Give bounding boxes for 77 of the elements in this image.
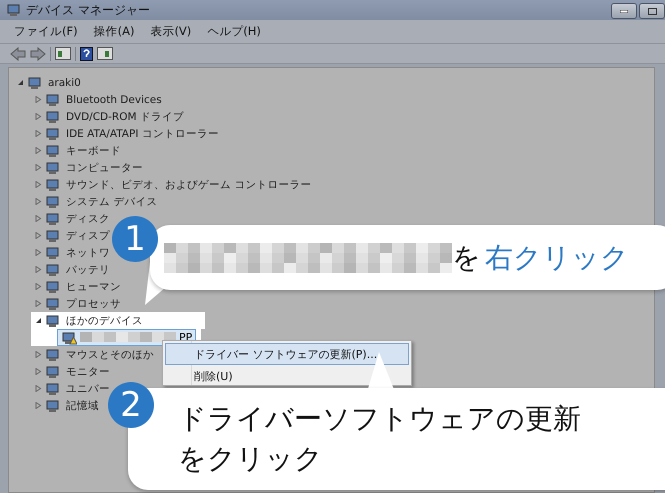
menu-item[interactable]: 削除(U) <box>165 365 409 387</box>
device-icon <box>45 228 61 242</box>
device-icon <box>45 178 61 192</box>
device-icon <box>45 144 61 158</box>
expanded-arrow-icon[interactable] <box>17 79 24 86</box>
device-icon <box>45 314 61 328</box>
device-icon <box>45 398 61 412</box>
tree-item[interactable]: 記憶域 <box>66 398 99 412</box>
properties-icon[interactable] <box>97 47 113 60</box>
device-icon <box>45 296 61 310</box>
tree-item[interactable]: コンピューター <box>66 160 143 174</box>
help-icon[interactable] <box>80 46 93 60</box>
tree-item[interactable]: バッテリ <box>66 262 110 276</box>
collapsed-arrow-icon[interactable] <box>35 147 42 154</box>
tree-item[interactable]: ユニバー <box>66 382 110 396</box>
panel-icon[interactable] <box>55 47 71 60</box>
collapsed-arrow-icon[interactable] <box>35 130 42 137</box>
device-icon <box>45 92 61 106</box>
tree-item[interactable]: システム デバイス <box>66 194 158 208</box>
collapsed-arrow-icon[interactable] <box>35 385 42 392</box>
menu-item[interactable]: ドライバー ソフトウェアの更新(P)... <box>165 343 409 365</box>
expanded-arrow-icon[interactable] <box>35 317 42 324</box>
back-icon[interactable] <box>10 46 26 60</box>
tree-item[interactable]: ほかのデバイス <box>66 314 143 328</box>
collapsed-arrow-icon[interactable] <box>35 96 42 103</box>
tree-item[interactable]: プロセッサ <box>66 296 121 310</box>
menu-item[interactable]: 操作(A) <box>94 24 134 39</box>
device-icon <box>45 262 61 276</box>
device-icon <box>45 382 61 396</box>
device-icon <box>45 364 61 378</box>
device-icon <box>45 160 61 174</box>
tree-item[interactable]: Bluetooth Devices <box>66 94 162 106</box>
tree-item[interactable]: araki0 <box>48 76 81 88</box>
tree-item[interactable]: ディスプ <box>66 228 110 242</box>
collapsed-arrow-icon[interactable] <box>35 300 42 307</box>
device-icon <box>27 76 43 90</box>
device-icon <box>45 246 61 260</box>
collapsed-arrow-icon[interactable] <box>35 368 42 375</box>
device-icon <box>45 348 61 362</box>
forward-icon[interactable] <box>30 46 46 60</box>
device-icon <box>45 194 61 208</box>
collapsed-arrow-icon[interactable] <box>35 198 42 205</box>
callout-text: を <box>452 240 481 276</box>
tree-item[interactable]: ネットワ <box>66 246 110 260</box>
collapsed-arrow-icon[interactable] <box>35 266 42 273</box>
collapsed-arrow-icon[interactable] <box>35 249 42 256</box>
menu-item[interactable]: 表示(V) <box>150 24 192 39</box>
maximize-button[interactable] <box>639 3 665 19</box>
collapsed-arrow-icon[interactable] <box>35 232 42 239</box>
tree-item[interactable]: サウンド、ビデオ、およびゲーム コントローラー <box>66 178 312 192</box>
device-icon <box>45 280 61 294</box>
tree-item[interactable]: キーボード <box>66 144 121 158</box>
collapsed-arrow-icon[interactable] <box>35 164 42 171</box>
menu-item[interactable]: ファイル(F) <box>14 24 78 39</box>
collapsed-arrow-icon[interactable] <box>35 351 42 358</box>
collapsed-arrow-icon[interactable] <box>35 215 42 222</box>
device-icon <box>45 212 61 226</box>
tree-item[interactable]: マウスとそのほか <box>66 348 154 362</box>
tree-item[interactable]: ディスク <box>66 212 110 226</box>
highlighted-text: 右クリック <box>485 240 629 276</box>
collapsed-arrow-icon[interactable] <box>35 283 42 290</box>
tree-item[interactable]: DVD/CD-ROM ドライブ <box>66 110 184 124</box>
device-icon <box>45 126 61 140</box>
collapsed-arrow-icon[interactable] <box>35 181 42 188</box>
menu-item[interactable]: ヘルプ(H) <box>207 24 261 39</box>
window-title: デバイス マネージャー <box>26 2 150 18</box>
minimize-button[interactable] <box>611 3 637 19</box>
minimize-icon <box>620 10 628 12</box>
tree-item[interactable]: モニター <box>66 364 110 378</box>
maximize-icon <box>648 8 656 14</box>
tree-item[interactable]: ヒューマン <box>66 280 121 294</box>
collapsed-arrow-icon[interactable] <box>35 402 42 409</box>
callout-text: ドライバーソフトウェアの更新をクリック <box>178 401 582 477</box>
collapsed-arrow-icon[interactable] <box>35 113 42 120</box>
tree-item[interactable]: IDE ATA/ATAPI コントローラー <box>66 126 219 140</box>
device-icon <box>45 110 61 124</box>
device-icon <box>6 3 22 17</box>
